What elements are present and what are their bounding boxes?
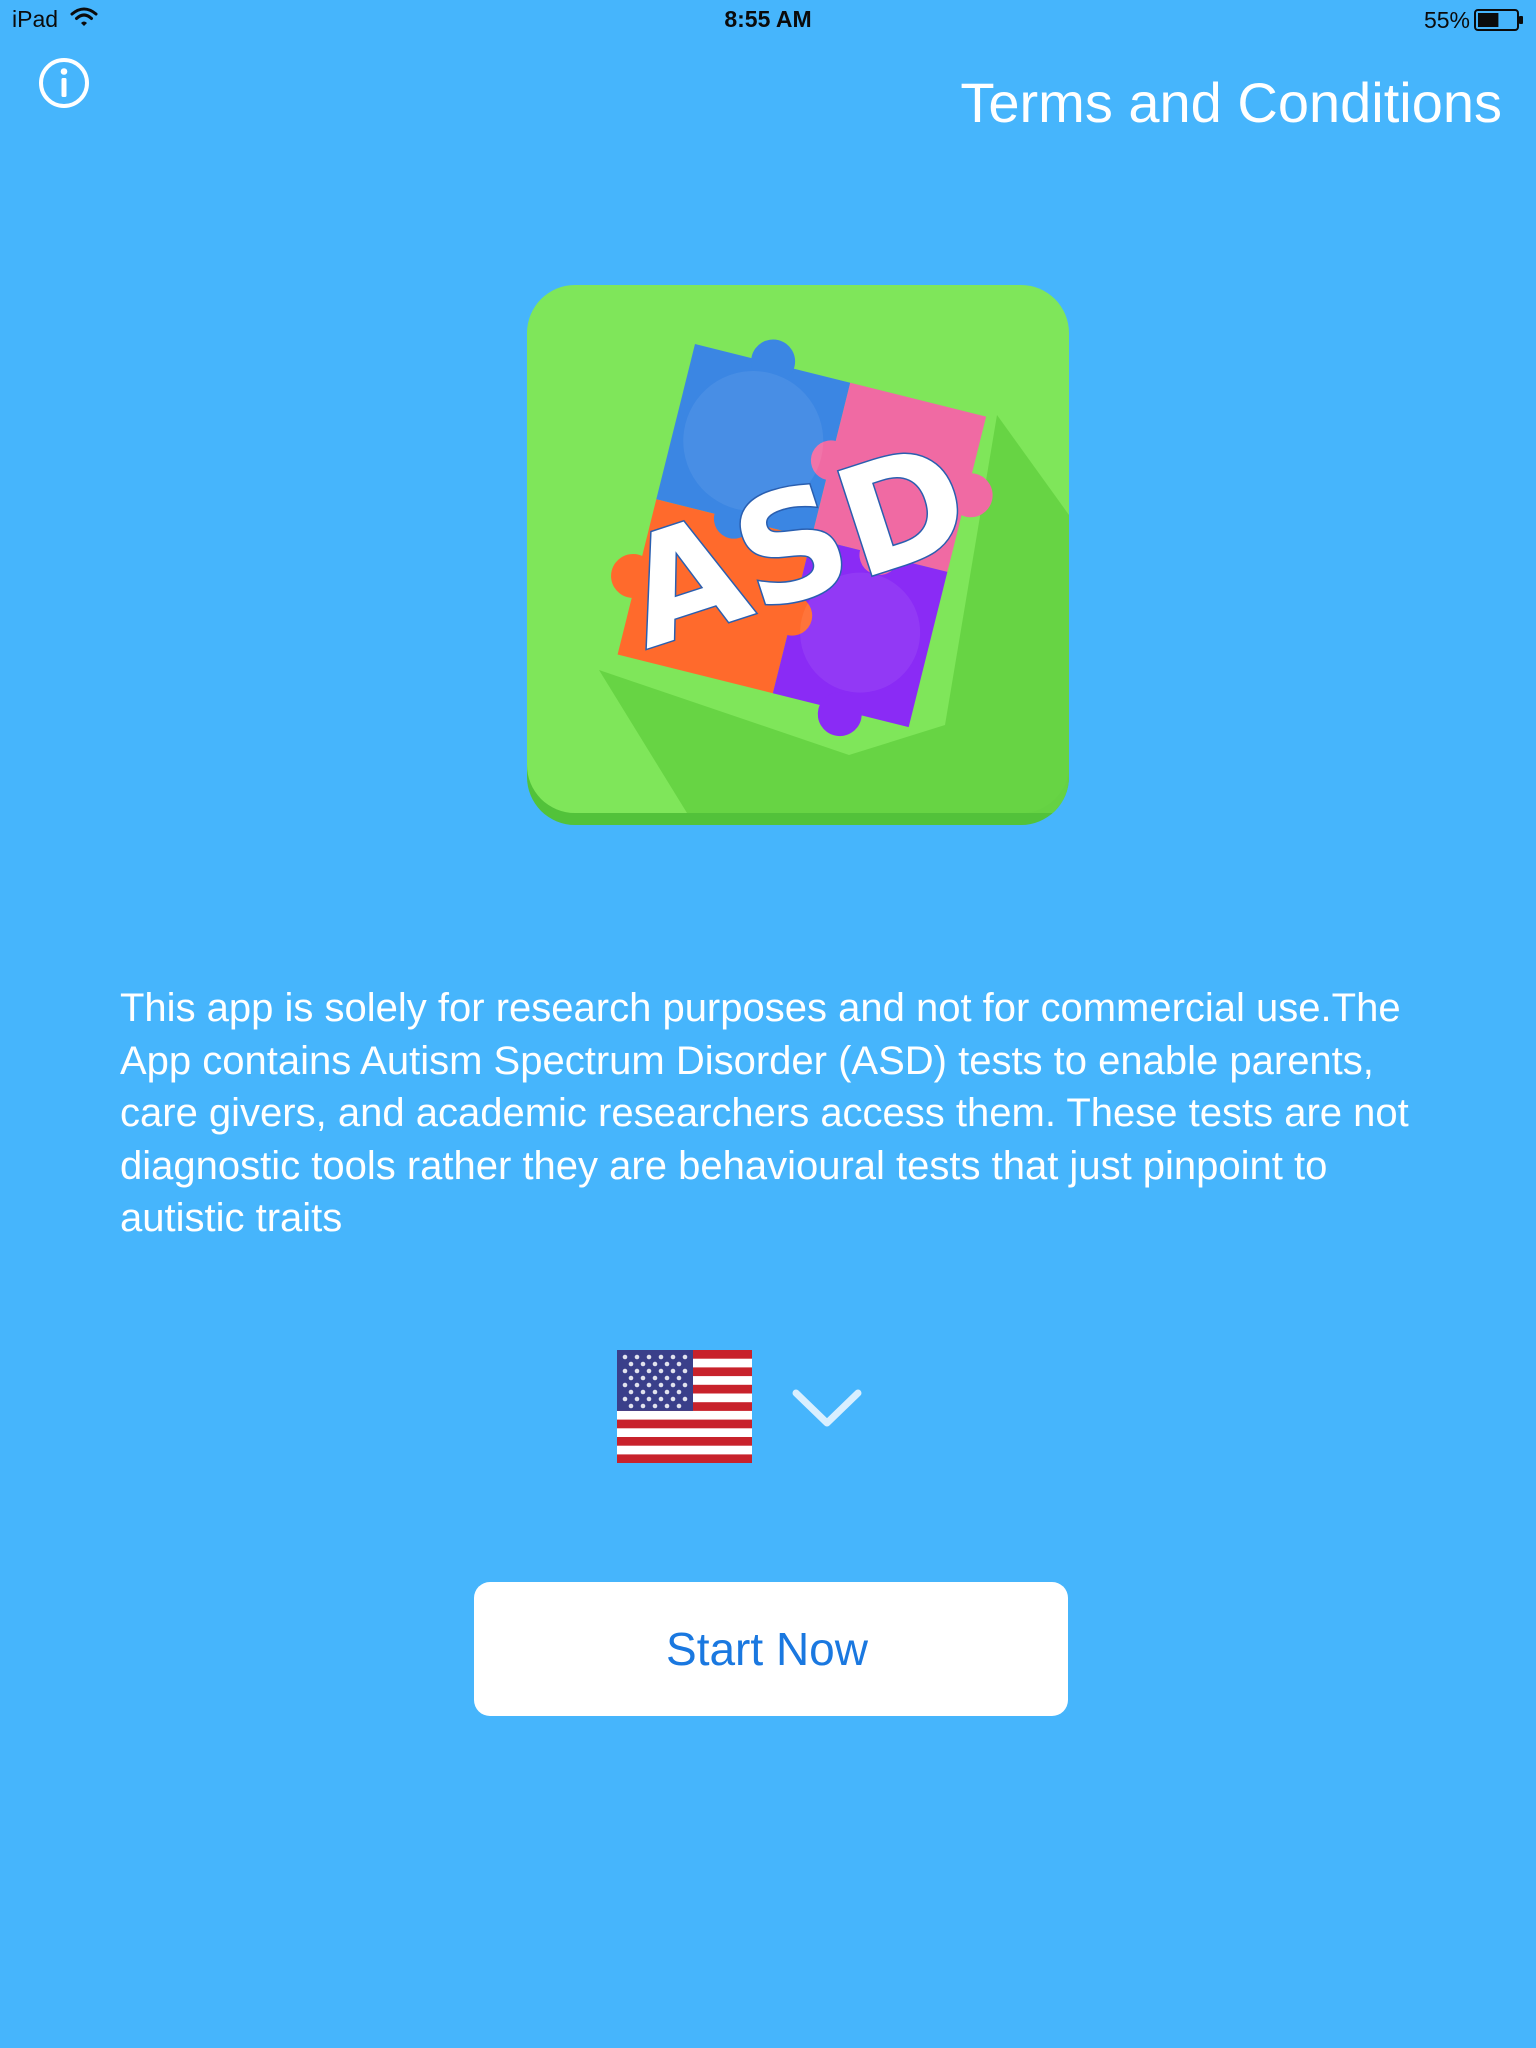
description-text: This app is solely for research purposes… — [120, 986, 1409, 1240]
language-selector[interactable] — [617, 1350, 867, 1465]
battery-icon — [1474, 9, 1523, 31]
battery-percent: 55% — [1423, 7, 1470, 33]
terms-and-conditions-link[interactable]: Terms and Conditions — [960, 70, 1502, 135]
app-logo: ASD — [527, 285, 1069, 825]
status-time: 8:55 AM — [724, 6, 812, 32]
info-icon[interactable] — [37, 56, 91, 110]
status-bar: iPad 8:55 AM 55% — [0, 0, 1536, 40]
chevron-down-icon[interactable] — [792, 1388, 862, 1428]
start-now-button[interactable]: Start Now — [474, 1582, 1068, 1716]
us-flag-icon[interactable] — [617, 1350, 752, 1463]
start-now-label: Start Now — [666, 1623, 868, 1675]
